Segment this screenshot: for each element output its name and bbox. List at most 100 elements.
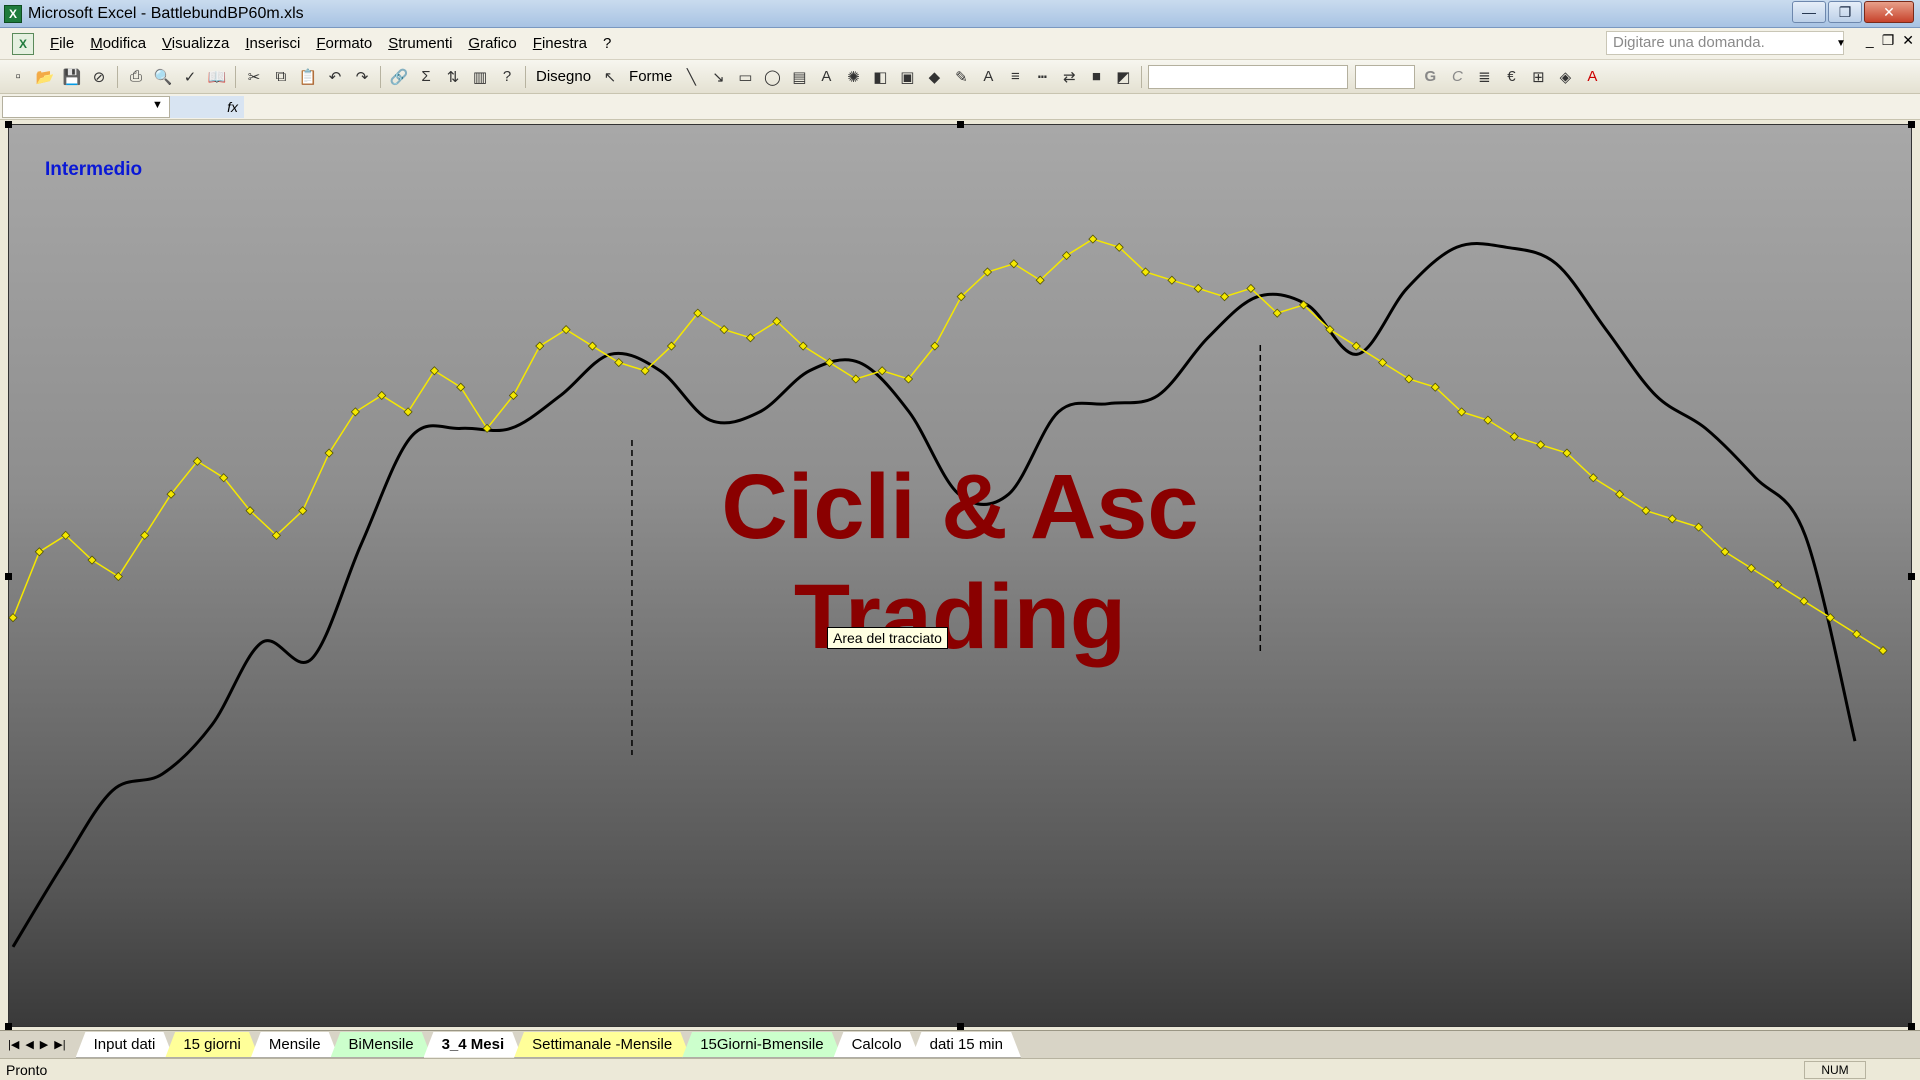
resize-handle-tr[interactable] (1908, 121, 1915, 128)
save-icon[interactable]: 💾 (60, 65, 84, 89)
forme-menu[interactable]: Forme (625, 68, 676, 85)
resize-handle-br[interactable] (1908, 1023, 1915, 1030)
textbox-icon[interactable]: ▤ (787, 65, 811, 89)
name-box[interactable] (2, 96, 170, 118)
permission-icon[interactable]: ⊘ (87, 65, 111, 89)
price-point[interactable] (719, 325, 729, 335)
oval-icon[interactable]: ◯ (760, 65, 784, 89)
price-point[interactable] (1167, 275, 1177, 285)
font-color-2-icon[interactable]: A (1580, 65, 1604, 89)
price-point[interactable] (1193, 283, 1203, 294)
autosum-icon[interactable]: Σ (414, 65, 438, 89)
disegno-menu[interactable]: Disegno (532, 68, 595, 85)
diagram-icon[interactable]: ✺ (841, 65, 865, 89)
arrow-icon[interactable]: ↘ (706, 65, 730, 89)
price-point[interactable] (403, 407, 413, 417)
redo-icon[interactable]: ↷ (350, 65, 374, 89)
sheet-tab-3[interactable]: BiMensile (331, 1032, 432, 1058)
cut-icon[interactable]: ✂ (242, 65, 266, 89)
sheet-tab-2[interactable]: Mensile (251, 1032, 339, 1058)
price-point[interactable] (535, 341, 545, 351)
menu-formato[interactable]: Formato (308, 35, 380, 52)
price-point[interactable] (350, 407, 360, 417)
menu-inserisci[interactable]: Inserisci (237, 35, 308, 52)
price-point[interactable] (1351, 341, 1361, 351)
price-point[interactable] (1009, 259, 1019, 269)
spelling-icon[interactable]: ✓ (178, 65, 202, 89)
price-point[interactable] (1404, 374, 1414, 384)
price-point[interactable] (1536, 440, 1546, 450)
undo-icon[interactable]: ↶ (323, 65, 347, 89)
align-center-icon[interactable]: ≣ (1472, 65, 1496, 89)
menu-finestra[interactable]: Finestra (525, 35, 595, 52)
copy-icon[interactable]: ⧉ (269, 65, 293, 89)
price-point[interactable] (877, 366, 887, 376)
prev-sheet-icon[interactable]: ◀ (25, 1038, 33, 1051)
resize-handle-tc[interactable] (957, 121, 964, 128)
help-question-input[interactable]: Digitare una domanda. (1606, 31, 1844, 55)
resize-handle-tl[interactable] (5, 121, 12, 128)
help-dropdown-arrow-icon[interactable]: ▼ (1834, 31, 1848, 55)
sheet-tab-0[interactable]: Input dati (76, 1032, 174, 1058)
sort-icon[interactable]: ⇅ (441, 65, 465, 89)
price-point[interactable] (561, 325, 571, 335)
price-point[interactable] (1483, 415, 1493, 425)
price-point[interactable] (851, 374, 861, 384)
bold-button[interactable]: G (1418, 65, 1442, 89)
sheet-tab-4[interactable]: 3_4 Mesi (424, 1032, 523, 1058)
fx-button[interactable]: fx (170, 96, 244, 118)
menu-modifica[interactable]: Modifica (82, 35, 154, 52)
price-point[interactable] (377, 390, 387, 401)
sheet-tab-1[interactable]: 15 giorni (165, 1032, 259, 1058)
resize-handle-bc[interactable] (957, 1023, 964, 1030)
shadow-icon[interactable]: ■ (1084, 65, 1108, 89)
doc-close-button[interactable]: ✕ (1902, 32, 1914, 49)
line-icon[interactable]: ╲ (679, 65, 703, 89)
print-preview-icon[interactable]: 🔍 (151, 65, 175, 89)
rectangle-icon[interactable]: ▭ (733, 65, 757, 89)
price-point[interactable] (1088, 234, 1098, 244)
price-point[interactable] (1219, 292, 1230, 302)
dash-style-icon[interactable]: ┅ (1030, 65, 1054, 89)
open-folder-icon[interactable]: 📂 (33, 65, 57, 89)
sheet-tab-5[interactable]: Settimanale -Mensile (514, 1032, 690, 1058)
resize-handle-bl[interactable] (5, 1023, 12, 1030)
price-point[interactable] (587, 341, 598, 351)
hyperlink-icon[interactable]: 🔗 (387, 65, 411, 89)
select-pointer-icon[interactable]: ↖ (598, 65, 622, 89)
font-color-icon[interactable]: A (976, 65, 1000, 89)
first-sheet-icon[interactable]: |◀ (8, 1038, 19, 1051)
line-style-icon[interactable]: ≡ (1003, 65, 1027, 89)
print-icon[interactable]: ⎙ (124, 65, 148, 89)
paste-icon[interactable]: 📋 (296, 65, 320, 89)
clipart-icon[interactable]: ◧ (868, 65, 892, 89)
excel-icon[interactable]: X (4, 4, 22, 23)
sheet-tab-6[interactable]: 15Giorni-Bmensile (682, 1032, 841, 1058)
name-box-dropdown-icon[interactable]: ▼ (152, 99, 163, 111)
price-point[interactable] (824, 357, 835, 368)
menu-grafico[interactable]: Grafico (460, 35, 524, 52)
price-point[interactable] (456, 382, 466, 392)
price-point[interactable] (614, 357, 624, 368)
italic-button[interactable]: C (1445, 65, 1469, 89)
help-icon[interactable]: ? (495, 65, 519, 89)
highlight-icon[interactable]: ◈ (1553, 65, 1577, 89)
menu-strumenti[interactable]: Strumenti (380, 35, 460, 52)
workbook-icon[interactable]: X (12, 32, 34, 55)
doc-minimize-button[interactable]: _ (1866, 32, 1874, 49)
doc-restore-button[interactable]: ❐ (1882, 32, 1895, 49)
price-point[interactable] (429, 366, 439, 376)
line-color-icon[interactable]: ✎ (949, 65, 973, 89)
research-icon[interactable]: 📖 (205, 65, 229, 89)
menu-file[interactable]: File (42, 35, 82, 52)
next-sheet-icon[interactable]: ▶ (40, 1038, 48, 1051)
font-size-combo[interactable] (1355, 64, 1416, 89)
3d-icon[interactable]: ◩ (1111, 65, 1135, 89)
sheet-tab-8[interactable]: dati 15 min (912, 1032, 1021, 1058)
arrow-style-icon[interactable]: ⇄ (1057, 65, 1081, 89)
close-button[interactable]: ✕ (1864, 1, 1914, 23)
maximize-button[interactable]: ❐ (1828, 1, 1862, 23)
minimize-button[interactable]: — (1792, 1, 1826, 23)
borders-icon[interactable]: ⊞ (1526, 65, 1550, 89)
wordart-icon[interactable]: A (814, 65, 838, 89)
